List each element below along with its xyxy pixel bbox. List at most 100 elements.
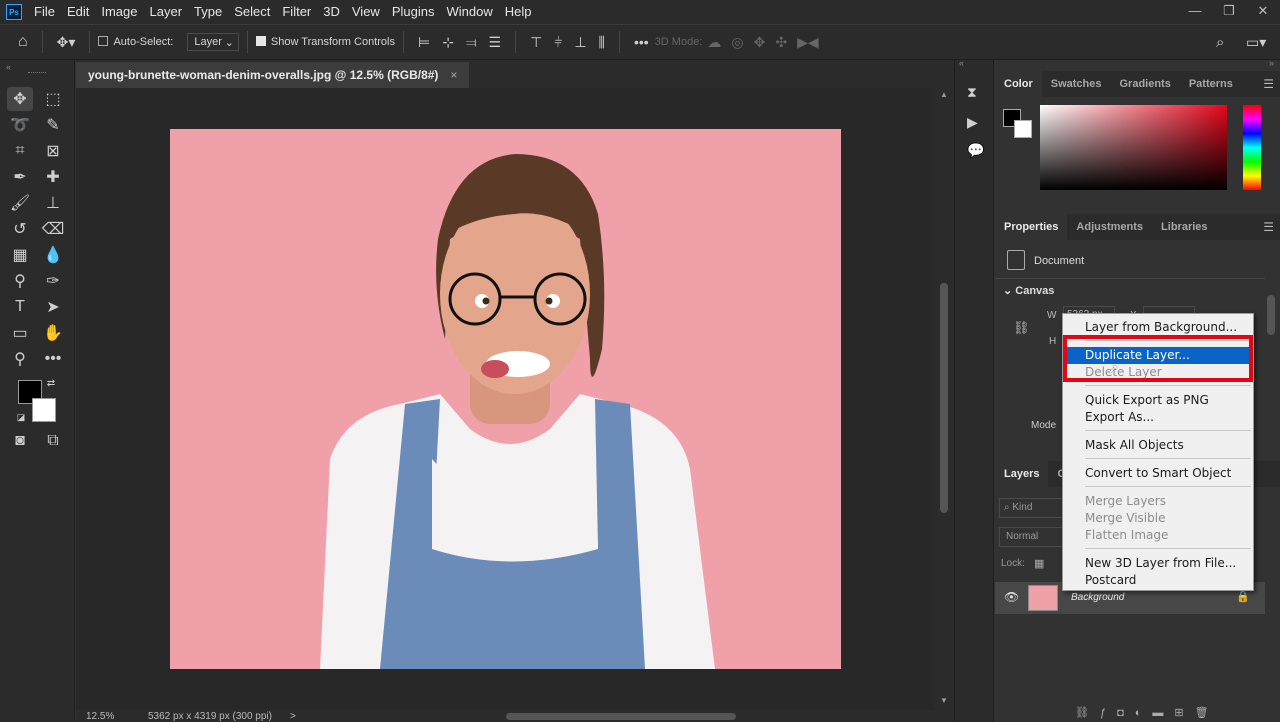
menu-plugins[interactable]: Plugins xyxy=(386,0,441,24)
healing-brush-tool-icon[interactable]: ✚ xyxy=(40,165,66,189)
actions-play-icon[interactable]: ▶ xyxy=(967,114,978,131)
delete-layer-icon[interactable]: 🗑 xyxy=(1195,707,1220,719)
menu-view[interactable]: View xyxy=(346,0,386,24)
distribute-icon[interactable]: ☰ xyxy=(489,34,502,51)
menu-item-layer-from-background[interactable]: Layer from Background... xyxy=(1064,319,1252,336)
auto-select-checkbox[interactable] xyxy=(98,36,113,48)
history-brush-tool-icon[interactable]: ↺ xyxy=(7,217,33,241)
layer-name[interactable]: Background xyxy=(1071,592,1124,603)
fx-icon[interactable]: ƒ xyxy=(1100,707,1117,719)
color-panel-bg-swatch[interactable] xyxy=(1014,120,1032,138)
background-color-swatch[interactable] xyxy=(32,398,56,422)
canvas-area[interactable] xyxy=(76,88,934,710)
menu-item-convert-smart-object[interactable]: Convert to Smart Object xyxy=(1064,465,1252,482)
gradient-tool-icon[interactable]: ▦ xyxy=(7,243,33,267)
scroll-down-arrow-icon[interactable]: ▼ xyxy=(940,696,948,705)
close-tab-icon[interactable]: × xyxy=(450,68,457,82)
menu-item-new-3d-layer[interactable]: New 3D Layer from File... xyxy=(1064,555,1252,572)
lock-pixels-icon[interactable]: ▦ xyxy=(1034,557,1044,570)
align-left-icon[interactable]: ⊨ xyxy=(418,34,430,51)
frame-tool-icon[interactable]: ⊠ xyxy=(40,139,66,163)
scroll-thumb[interactable] xyxy=(1267,295,1275,335)
zoom-level[interactable]: 12.5% xyxy=(86,711,146,722)
dodge-tool-icon[interactable]: ⚲ xyxy=(7,269,33,293)
eraser-tool-icon[interactable]: ⌫ xyxy=(40,217,66,241)
collapse-panels-icon[interactable]: « xyxy=(959,58,964,68)
screen-mode-icon[interactable]: ⧉ xyxy=(40,429,66,453)
visibility-eye-icon[interactable]: 👁 xyxy=(1004,590,1019,604)
workspace-icon[interactable]: ▭▾ xyxy=(1246,34,1266,51)
vertical-scrollbar[interactable]: ▲ ▼ xyxy=(934,88,954,710)
document-canvas[interactable] xyxy=(170,129,841,669)
menu-item-postcard[interactable]: Postcard xyxy=(1064,572,1252,589)
blend-mode-dropdown[interactable]: Normal xyxy=(999,527,1069,547)
color-field[interactable] xyxy=(1040,105,1227,190)
menu-select[interactable]: Select xyxy=(228,0,276,24)
blur-tool-icon[interactable]: 💧 xyxy=(40,243,66,267)
hand-tool-icon[interactable]: ✋ xyxy=(40,321,66,345)
align-bottom-icon[interactable]: ⊥ xyxy=(574,34,586,51)
horizontal-scroll-thumb[interactable] xyxy=(506,713,736,720)
menu-item-flatten-image[interactable]: Flatten Image xyxy=(1064,527,1252,544)
more-tools-icon[interactable]: ••• xyxy=(40,347,66,371)
restore-button[interactable]: ❐ xyxy=(1212,0,1246,24)
link-icon[interactable]: ⛓ xyxy=(1013,320,1030,336)
pen-tool-icon[interactable]: ✑ xyxy=(40,269,66,293)
history-panel-icon[interactable]: ⧗ xyxy=(967,84,977,101)
canvas-section-header[interactable]: ⌄ Canvas xyxy=(1003,284,1054,297)
tab-patterns[interactable]: Patterns xyxy=(1180,71,1242,97)
link-layers-icon[interactable]: ⛓ xyxy=(1075,707,1100,719)
crop-tool-icon[interactable]: ⌗ xyxy=(7,139,33,163)
tab-libraries[interactable]: Libraries xyxy=(1152,214,1216,240)
menu-type[interactable]: Type xyxy=(188,0,228,24)
zoom-tool-icon[interactable]: ⚲ xyxy=(7,347,33,371)
minimize-button[interactable]: — xyxy=(1178,0,1212,24)
new-layer-icon[interactable]: ⊞ xyxy=(1174,707,1194,719)
menu-item-quick-export-png[interactable]: Quick Export as PNG xyxy=(1064,392,1252,409)
status-arrow-icon[interactable]: > xyxy=(290,711,296,722)
distribute-vertical-icon[interactable]: ⫼ xyxy=(599,34,605,51)
menu-item-merge-visible[interactable]: Merge Visible xyxy=(1064,510,1252,527)
close-window-button[interactable]: ✕ xyxy=(1246,0,1280,24)
tab-adjustments[interactable]: Adjustments xyxy=(1067,214,1152,240)
document-tab[interactable]: young-brunette-woman-denim-overalls.jpg … xyxy=(76,62,470,88)
swap-colors-icon[interactable]: ⇄ xyxy=(44,376,58,390)
hue-slider[interactable] xyxy=(1243,105,1261,190)
menu-3d[interactable]: 3D xyxy=(317,0,346,24)
brush-tool-icon[interactable]: 🖌 xyxy=(7,191,33,215)
type-tool-icon[interactable]: T xyxy=(7,295,33,319)
properties-scrollbar[interactable] xyxy=(1265,285,1277,435)
expand-panels-icon[interactable]: » xyxy=(1269,58,1274,68)
new-group-icon[interactable]: ▬ xyxy=(1152,707,1174,719)
show-transform-checkbox[interactable] xyxy=(255,36,271,48)
home-icon[interactable]: ⌂ xyxy=(18,33,28,51)
tab-color[interactable]: Color xyxy=(995,71,1042,97)
clone-stamp-tool-icon[interactable]: ⊥ xyxy=(40,191,66,215)
default-colors-icon[interactable]: ◪ xyxy=(14,410,28,424)
align-center-icon[interactable]: ⊹ xyxy=(442,34,454,51)
rectangle-tool-icon[interactable]: ▭ xyxy=(7,321,33,345)
menu-filter[interactable]: Filter xyxy=(276,0,317,24)
panel-menu-icon[interactable]: ☰ xyxy=(1263,220,1274,234)
more-options-icon[interactable]: ••• xyxy=(634,34,649,50)
scroll-up-arrow-icon[interactable]: ▲ xyxy=(940,90,948,99)
lasso-tool-icon[interactable]: ➰ xyxy=(7,113,33,137)
comments-icon[interactable]: 💬 xyxy=(967,142,984,159)
menu-item-mask-all-objects[interactable]: Mask All Objects xyxy=(1064,437,1252,454)
menu-file[interactable]: File xyxy=(28,0,61,24)
align-middle-icon[interactable]: ⫩ xyxy=(554,34,562,51)
menu-item-export-as[interactable]: Export As... xyxy=(1064,409,1252,426)
menu-window[interactable]: Window xyxy=(440,0,498,24)
tab-gradients[interactable]: Gradients xyxy=(1110,71,1179,97)
menu-edit[interactable]: Edit xyxy=(61,0,95,24)
auto-select-target-dropdown[interactable]: Layer ⌄ xyxy=(187,33,239,51)
quick-mask-icon[interactable]: ◙ xyxy=(7,429,33,453)
layer-filter-field[interactable]: ⌕ Kind xyxy=(999,498,1069,518)
marquee-tool-icon[interactable]: ⬚ xyxy=(40,87,66,111)
align-top-icon[interactable]: ⊤ xyxy=(530,34,542,51)
search-icon[interactable]: ⌕ xyxy=(1216,34,1224,51)
menu-layer[interactable]: Layer xyxy=(144,0,189,24)
move-tool-icon[interactable]: ✥ xyxy=(7,87,33,111)
menu-help[interactable]: Help xyxy=(499,0,538,24)
align-right-icon[interactable]: ⫤ xyxy=(466,34,477,51)
